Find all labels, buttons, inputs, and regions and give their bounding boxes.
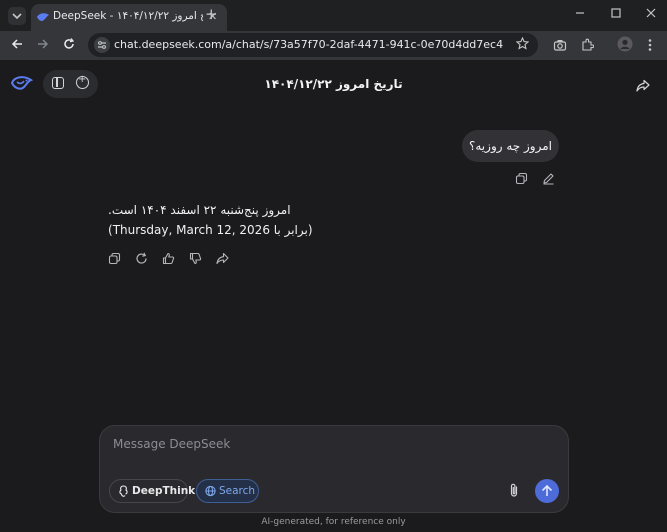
copy-icon[interactable] (108, 250, 121, 269)
assistant-message: امروز پنج‌شنبه ۲۲ اسفند ۱۴۰۴ است. (برابر… (108, 200, 528, 240)
reload-icon[interactable] (62, 37, 76, 55)
search-toggle[interactable]: Search (196, 479, 259, 503)
share-icon[interactable] (636, 77, 650, 96)
toggle-sidebar-icon[interactable] (52, 77, 64, 89)
chevron-down-icon (12, 13, 22, 20)
message-composer: Message DeepSeek DeepThink Search (99, 425, 569, 513)
sidebar-controls: + (43, 70, 98, 98)
message-input[interactable]: Message DeepSeek (113, 437, 230, 451)
attach-paperclip-icon[interactable] (508, 482, 520, 502)
send-button[interactable] (535, 479, 559, 503)
browser-tab[interactable]: DeepSeek - تاریخ امروز ۱۴۰۴/۱۲/۲۲ ✕ (31, 4, 227, 31)
screenshot-camera-icon[interactable] (553, 38, 567, 55)
deepseek-logo-icon[interactable] (10, 75, 34, 95)
edit-icon[interactable] (542, 170, 555, 189)
deepthink-label: DeepThink (132, 485, 196, 497)
assistant-message-line: امروز پنج‌شنبه ۲۲ اسفند ۱۴۰۴ است. (108, 203, 291, 217)
copy-icon[interactable] (515, 170, 528, 189)
footer-disclaimer: AI-generated, for reference only (261, 517, 406, 527)
forward-arrow-icon[interactable] (36, 37, 50, 55)
extensions-puzzle-icon[interactable] (580, 38, 595, 55)
browser-tab-strip: DeepSeek - تاریخ امروز ۱۴۰۴/۱۲/۲۲ ✕ + (0, 0, 667, 31)
user-message-bubble: امروز چه روزیه؟ (462, 130, 559, 162)
deepseek-app: + تاریخ امروز ۱۴۰۴/۱۲/۲۲ امروز چه روزیه؟… (0, 60, 667, 532)
tab-title: DeepSeek - تاریخ امروز ۱۴۰۴/۱۲/۲۲ (53, 10, 203, 22)
bookmark-star-icon[interactable] (515, 36, 530, 53)
deepthink-icon (118, 480, 129, 510)
share-icon[interactable] (216, 250, 229, 269)
url-text[interactable]: chat.deepseek.com/a/chat/s/73a57f70-2daf… (114, 38, 503, 51)
deepseek-favicon-icon (37, 13, 49, 21)
thumbs-down-icon[interactable] (189, 250, 202, 269)
new-tab-button[interactable]: + (205, 5, 218, 23)
close-icon[interactable] (645, 7, 657, 22)
tab-search-button[interactable] (8, 7, 26, 25)
menu-dots-icon[interactable] (647, 38, 653, 55)
browser-toolbar: chat.deepseek.com/a/chat/s/73a57f70-2daf… (0, 31, 667, 60)
site-info-icon[interactable] (94, 37, 110, 53)
address-bar[interactable]: chat.deepseek.com/a/chat/s/73a57f70-2daf… (88, 33, 538, 57)
minimize-icon[interactable] (574, 7, 586, 22)
profile-avatar-icon[interactable] (617, 36, 633, 55)
thumbs-up-icon[interactable] (162, 250, 175, 269)
back-arrow-icon[interactable] (10, 37, 24, 55)
regenerate-icon[interactable] (135, 250, 148, 269)
deepthink-toggle[interactable]: DeepThink (109, 479, 195, 503)
globe-icon (205, 480, 216, 510)
maximize-icon[interactable] (610, 7, 622, 22)
assistant-message-line: (برابر با Thursday, March 12, 2026) (108, 223, 313, 237)
search-label: Search (219, 485, 256, 497)
arrow-up-icon (541, 484, 553, 496)
chat-title: تاریخ امروز ۱۴۰۴/۱۲/۲۲ (264, 77, 403, 91)
new-chat-icon[interactable]: + (76, 74, 89, 89)
